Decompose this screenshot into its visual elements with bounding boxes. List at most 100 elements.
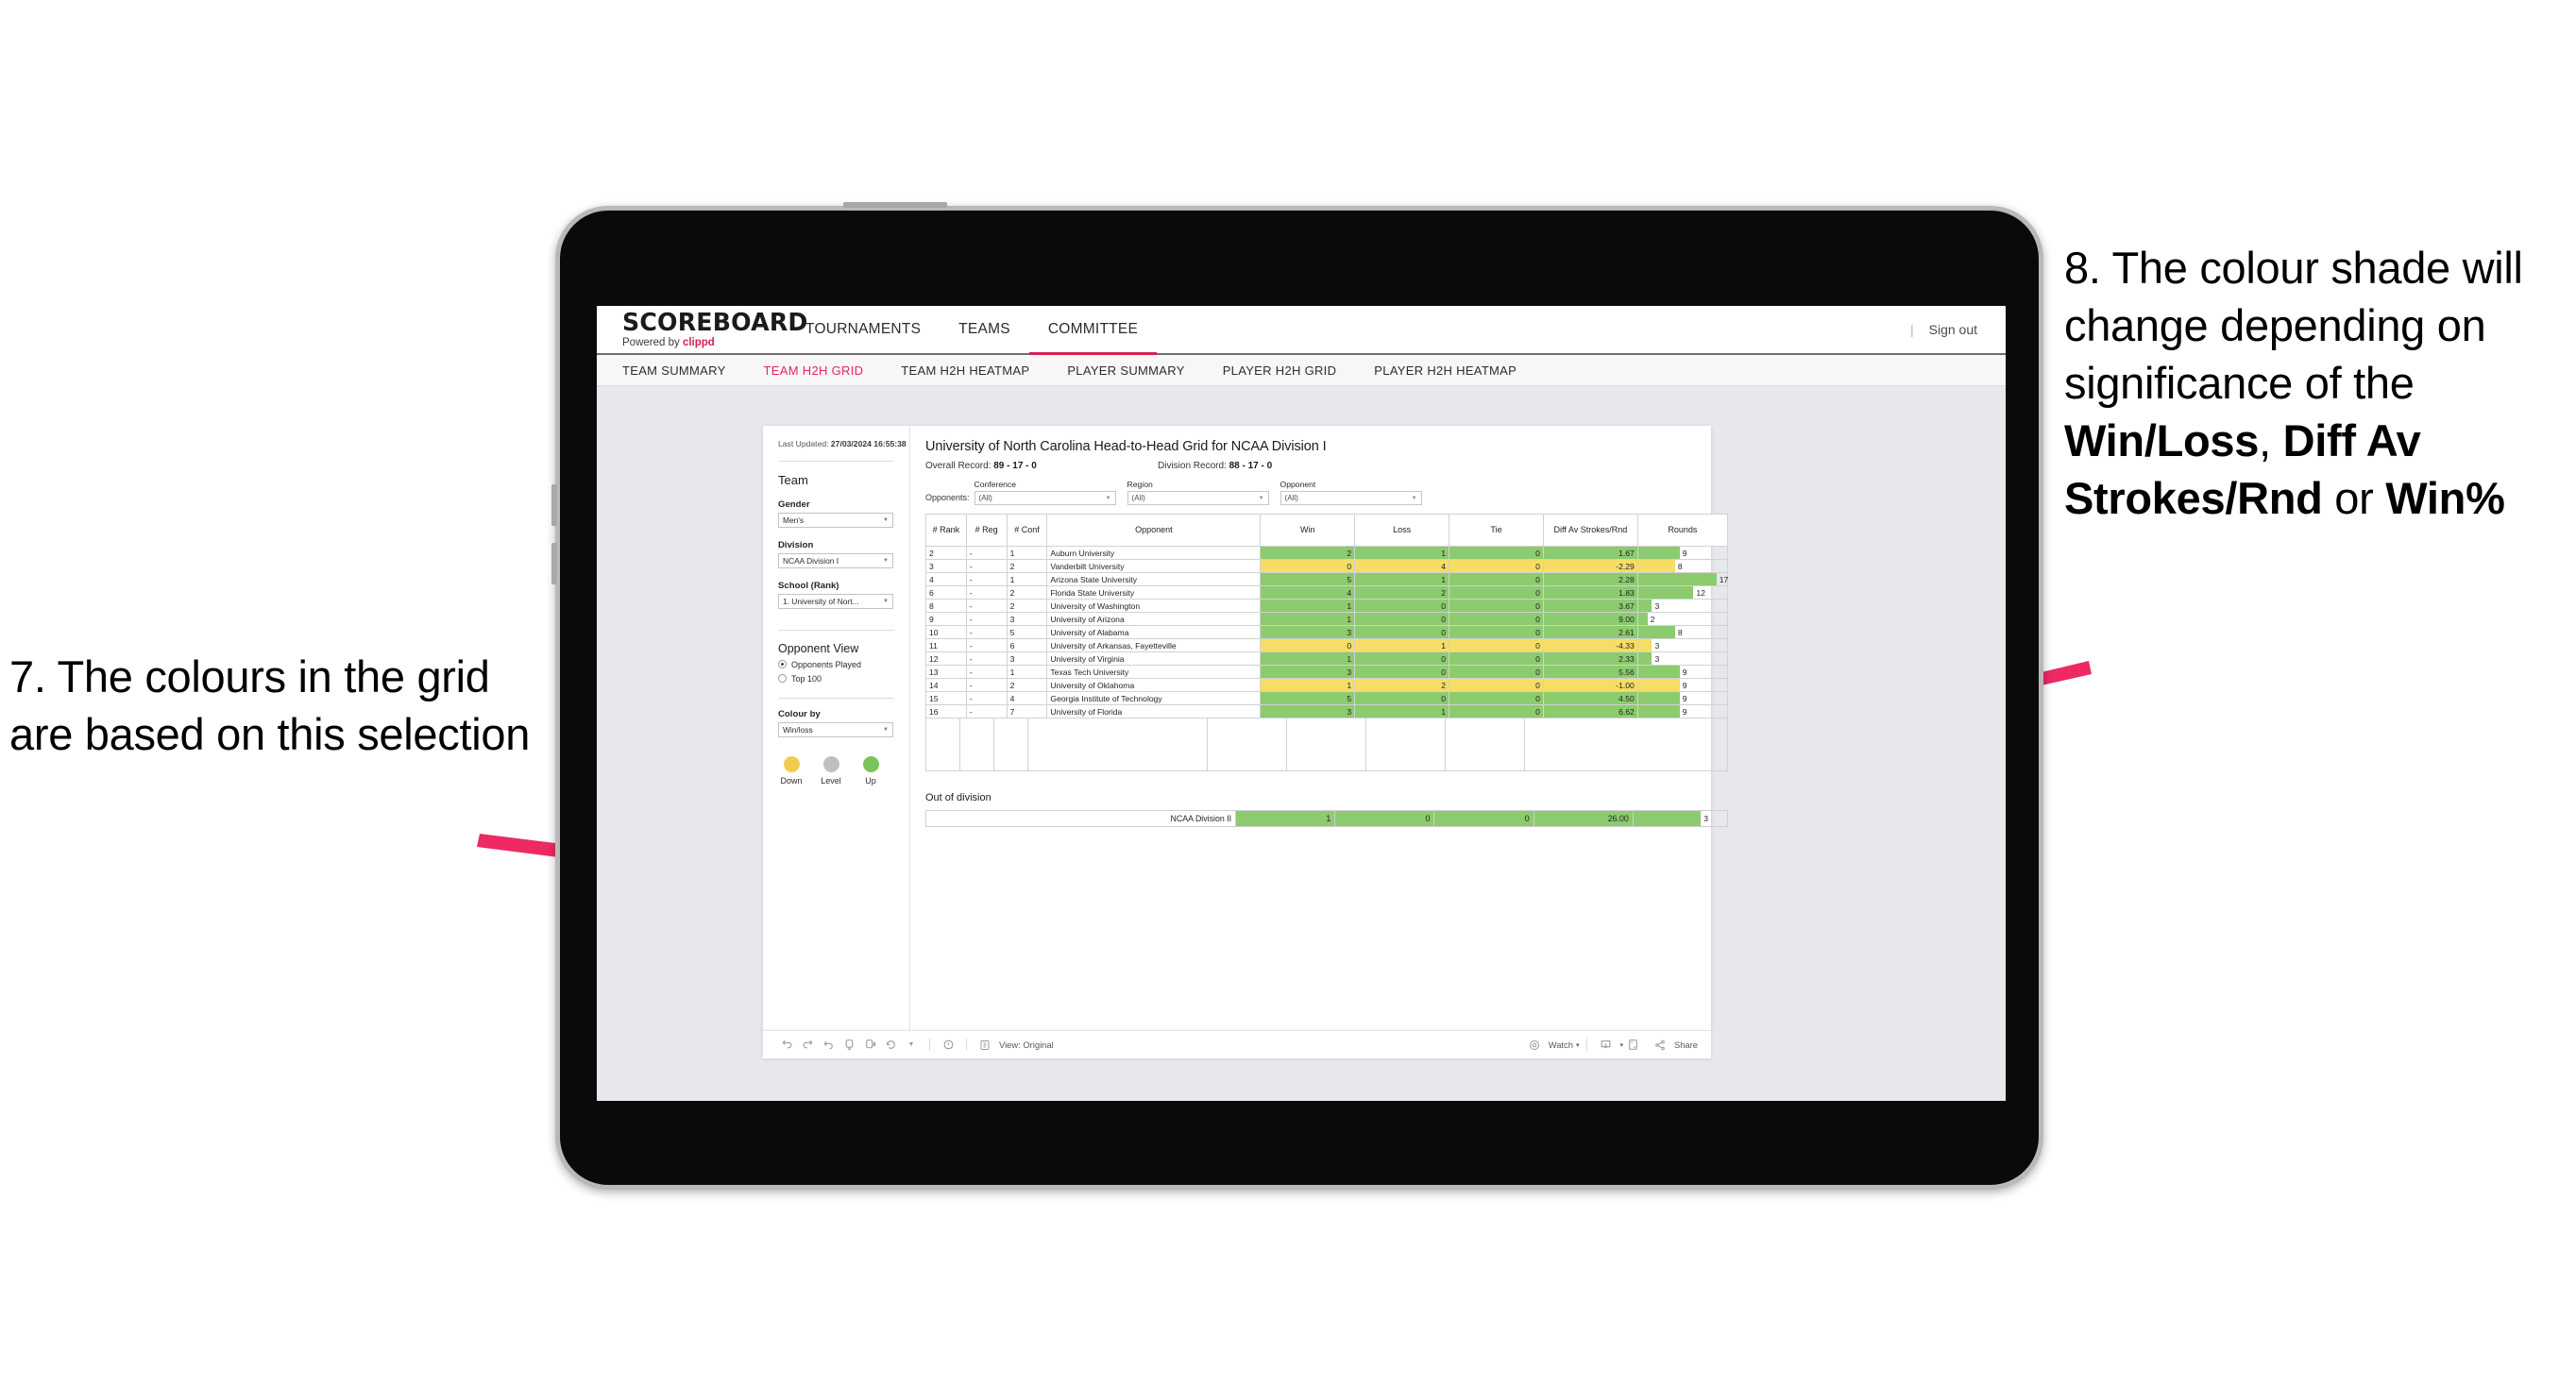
chevron-down-icon: ▼ bbox=[883, 598, 889, 604]
col-tie[interactable]: Tie bbox=[1449, 514, 1544, 547]
opponent-select[interactable]: (All) ▼ bbox=[1280, 491, 1422, 505]
rounds-bar bbox=[1637, 639, 1652, 651]
revert-icon[interactable] bbox=[818, 1031, 839, 1059]
view-original-button[interactable]: View: Original bbox=[974, 1031, 1054, 1059]
subnav-tab-team-h2h-heatmap[interactable]: TEAM H2H HEATMAP bbox=[901, 363, 1029, 378]
colour-by-select[interactable]: Win/loss ▼ bbox=[778, 721, 893, 737]
cell-diff: 6.62 bbox=[1542, 704, 1638, 718]
header-divider: | bbox=[1909, 322, 1914, 337]
brand-logo[interactable]: SCOREBOARD Powered by clippd bbox=[622, 311, 807, 349]
radio-opponents-played[interactable]: Opponents Played bbox=[778, 660, 909, 669]
cell-reg: - bbox=[965, 572, 1008, 586]
legend-label-up: Up bbox=[865, 775, 876, 786]
download-button[interactable]: ▾ bbox=[1595, 1031, 1623, 1059]
undo-icon[interactable] bbox=[776, 1031, 797, 1059]
out-of-division-title: Out of division bbox=[925, 792, 991, 803]
subnav-tab-player-h2h-heatmap[interactable]: PLAYER H2H HEATMAP bbox=[1374, 363, 1517, 378]
col-win[interactable]: Win bbox=[1260, 514, 1356, 547]
col-rounds[interactable]: Rounds bbox=[1636, 514, 1729, 547]
rounds-value: 9 bbox=[1682, 706, 1687, 717]
watch-button[interactable]: Watch ▾ bbox=[1524, 1031, 1579, 1059]
table-row[interactable]: 11-6 University of Arkansas, Fayetteville… bbox=[925, 638, 1729, 652]
table-row[interactable]: 12-3 University of Virginia 1 0 0 2.33 3 bbox=[925, 651, 1729, 666]
table-row[interactable]: 2-1 Auburn University 2 1 0 1.67 9 bbox=[925, 546, 1729, 560]
cell-diff: 1.83 bbox=[1542, 585, 1638, 600]
table-row[interactable]: 8-2 University of Washington 1 0 0 3.67 3 bbox=[925, 599, 1729, 613]
out-of-division-diff: 26.00 bbox=[1533, 810, 1634, 827]
division-select[interactable]: NCAA Division I ▼ bbox=[778, 552, 893, 568]
share-button[interactable]: Share bbox=[1650, 1031, 1698, 1059]
out-of-division-rounds: 3 bbox=[1632, 810, 1729, 827]
col-conf[interactable]: # Conf bbox=[1006, 514, 1048, 547]
fullscreen-icon[interactable] bbox=[1623, 1031, 1644, 1059]
school-value: 1. University of Nort... bbox=[783, 596, 859, 606]
region-select[interactable]: (All) ▼ bbox=[1127, 491, 1269, 505]
col-diff[interactable]: Diff Av Strokes/Rnd bbox=[1542, 514, 1638, 547]
subnav-tab-team-h2h-grid[interactable]: TEAM H2H GRID bbox=[764, 363, 864, 378]
col-reg-label: # Reg bbox=[974, 525, 998, 535]
subnav-tab-player-h2h-grid[interactable]: PLAYER H2H GRID bbox=[1223, 363, 1337, 378]
tablet-button-top[interactable] bbox=[843, 202, 947, 208]
school-select[interactable]: 1. University of Nort... ▼ bbox=[778, 593, 893, 609]
nav-tab-teams[interactable]: TEAMS bbox=[940, 306, 1029, 353]
rounds-bar bbox=[1637, 613, 1648, 625]
radio-top-100[interactable]: Top 100 bbox=[778, 674, 909, 684]
subnav-tab-team-summary[interactable]: TEAM SUMMARY bbox=[622, 363, 726, 378]
table-row[interactable]: 4-1 Arizona State University 5 1 0 2.28 17 bbox=[925, 572, 1728, 586]
col-reg[interactable]: # Reg bbox=[965, 514, 1008, 547]
tablet-button-volume-down[interactable] bbox=[551, 543, 557, 584]
cell-loss: 2 bbox=[1354, 678, 1450, 692]
app-header: SCOREBOARD Powered by clippd TOURNAMENTS… bbox=[597, 306, 2006, 355]
rounds-value: 3 bbox=[1703, 814, 1708, 823]
last-updated-value: 27/03/2024 16:55:38 bbox=[830, 439, 907, 448]
cell-reg: - bbox=[965, 585, 1008, 600]
table-row[interactable]: 6-2 Florida State University 4 2 0 1.83 12 bbox=[925, 585, 1729, 600]
legend-dot-level bbox=[822, 755, 839, 772]
gender-select[interactable]: Men's ▼ bbox=[778, 512, 893, 528]
conference-value: (All) bbox=[978, 494, 992, 502]
out-of-division-tie: 0 bbox=[1433, 810, 1534, 827]
conference-select[interactable]: (All) ▼ bbox=[974, 491, 1116, 505]
rounds-bar bbox=[1637, 679, 1680, 691]
refresh-data-icon[interactable] bbox=[880, 1031, 901, 1059]
annotation-8-bold-winpct: Win% bbox=[2385, 473, 2505, 524]
col-opponent[interactable]: Opponent bbox=[1046, 514, 1262, 547]
pause-auto-update-icon[interactable] bbox=[859, 1031, 880, 1059]
viz-toolbar: ▼ View: Original Watch ▾ ▾ Share bbox=[763, 1030, 1711, 1058]
rounds-value: 8 bbox=[1677, 561, 1683, 571]
table-row[interactable]: 15-4 Georgia Institute of Technology 5 0 0 4.… bbox=[925, 691, 1729, 705]
cell-rounds: 3 bbox=[1636, 651, 1729, 666]
table-row[interactable]: 14-2 University of Oklahoma 1 2 0 -1.00 9 bbox=[925, 678, 1729, 692]
legend-item-up: Up bbox=[857, 755, 884, 786]
table-row[interactable]: 9-3 University of Arizona 1 0 0 9.00 2 bbox=[925, 612, 1729, 626]
viz-main: University of North Carolina Head-to-Hea… bbox=[910, 426, 1743, 1030]
table-row[interactable]: 13-1 Texas Tech University 3 0 0 5.56 9 bbox=[925, 665, 1729, 679]
cell-rounds: 2 bbox=[1636, 612, 1729, 626]
legend-label-level: Level bbox=[821, 775, 841, 786]
table-row[interactable]: 10-5 University of Alabama 3 0 0 2.61 8 bbox=[925, 625, 1729, 639]
watch-icon bbox=[1524, 1031, 1545, 1059]
sign-out-link[interactable]: Sign out bbox=[1929, 322, 1977, 337]
col-rank[interactable]: # Rank bbox=[925, 514, 967, 547]
cell-diff: 3.67 bbox=[1542, 599, 1638, 613]
tablet-button-volume-up[interactable] bbox=[551, 484, 557, 526]
table-row[interactable]: 16-7 University of Florida 3 1 0 6.62 9 bbox=[925, 704, 1729, 718]
overall-record-label: Overall Record: bbox=[925, 461, 994, 471]
nav-tab-tournaments[interactable]: TOURNAMENTS bbox=[787, 306, 940, 353]
subnav-tab-player-summary[interactable]: PLAYER SUMMARY bbox=[1067, 363, 1184, 378]
col-loss[interactable]: Loss bbox=[1354, 514, 1450, 547]
table-row[interactable]: 3-2 Vanderbilt University 0 4 0 -2.29 8 bbox=[925, 559, 1729, 573]
nav-tab-committee[interactable]: COMMITTEE bbox=[1028, 306, 1158, 355]
tablet-device: SCOREBOARD Powered by clippd TOURNAMENTS… bbox=[551, 202, 2043, 1190]
filter-section-team: Team bbox=[778, 472, 808, 487]
refresh-icon[interactable] bbox=[839, 1031, 859, 1059]
cell-conf: 3 bbox=[1006, 651, 1048, 666]
dashboard-card: Last Updated: 27/03/2024 16:55:38 Team G… bbox=[763, 426, 1728, 1030]
watch-label: Watch bbox=[1548, 1040, 1573, 1050]
pause-icon[interactable] bbox=[938, 1031, 958, 1059]
cell-conf: 1 bbox=[1006, 546, 1048, 560]
redo-icon[interactable] bbox=[797, 1031, 818, 1059]
cell-rank: 6 bbox=[925, 585, 967, 600]
toolbar-caret-icon[interactable]: ▼ bbox=[901, 1031, 922, 1059]
out-of-division-row[interactable]: NCAA Division II 1 0 0 26.00 3 bbox=[924, 810, 1729, 827]
